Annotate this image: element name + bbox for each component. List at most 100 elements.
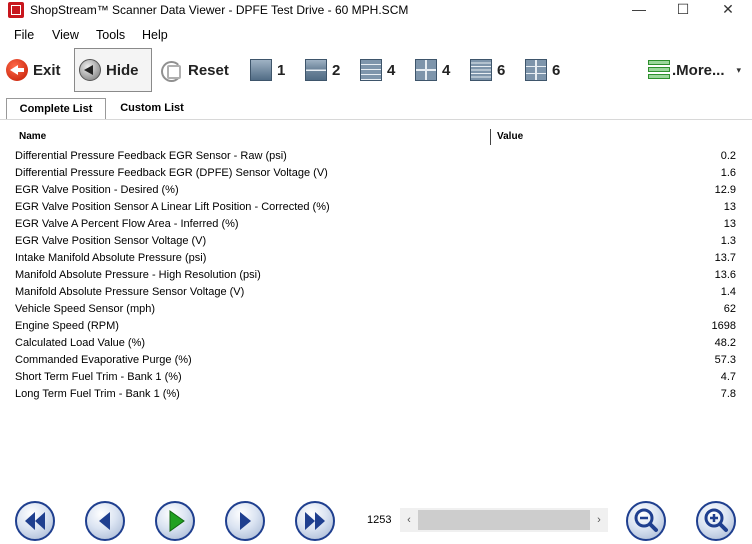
exit-icon [6,59,28,81]
pid-name: EGR Valve Position - Desired (%) [15,184,179,196]
table-row[interactable]: EGR Valve Position Sensor A Linear Lift … [0,199,752,216]
pid-value: 13.6 [714,269,736,281]
pid-value: 0.2 [720,150,736,162]
pid-value: 12.9 [714,184,736,196]
step-forward-button[interactable] [225,501,265,541]
exit-label: Exit [33,61,61,79]
tab-custom-list[interactable]: Custom List [112,98,192,119]
skip-to-start-button[interactable] [15,501,55,541]
pid-value: 7.8 [720,388,736,400]
table-row[interactable]: Calculated Load Value (%) 48.2 [0,335,752,352]
table-row[interactable]: Short Term Fuel Trim - Bank 1 (%) 4.7 [0,369,752,386]
reset-label: Reset [188,61,229,79]
exit-button[interactable]: Exit [6,52,70,88]
pid-value: 1.4 [720,286,736,298]
chevron-down-icon[interactable]: ▾ [737,65,742,76]
column-resize-handle[interactable] [490,129,491,145]
pid-value: 62 [723,303,736,315]
tab-strip: Complete List Custom List [0,96,752,120]
layout-two-rows-icon [305,59,327,81]
layout-4-rows-button[interactable]: 4 [360,52,395,88]
right-arrow-icon [240,512,251,530]
pid-name: EGR Valve A Percent Flow Area - Inferred… [15,218,239,230]
layout-6-grid-button[interactable]: 6 [525,52,560,88]
zoom-out-icon [634,508,658,532]
timeline-scrollbar[interactable]: ‹ › [400,508,608,532]
play-icon [169,510,185,532]
table-row[interactable]: Manifold Absolute Pressure Sensor Voltag… [0,284,752,301]
left-arrow-icon [99,512,110,530]
menu-bar: File View Tools Help [0,26,752,46]
column-header-name[interactable]: Name [19,131,46,142]
play-button[interactable] [155,501,195,541]
double-right-arrow-icon [305,512,325,530]
reset-button[interactable]: Reset [160,52,236,88]
double-left-arrow-icon [25,512,45,530]
layout-6-rows-button[interactable]: 6 [470,52,505,88]
close-button[interactable]: ✕ [705,0,751,20]
table-row[interactable]: Differential Pressure Feedback EGR Senso… [0,148,752,165]
scroll-thumb[interactable] [418,510,590,530]
layout-6-grid-label: 6 [552,61,561,79]
more-button[interactable]: .More... ▾ [648,52,748,88]
menu-view[interactable]: View [52,28,79,42]
more-label: .More... [672,61,725,79]
column-header-value[interactable]: Value [497,131,523,142]
hide-button[interactable]: Hide [74,48,152,92]
pid-value: 1698 [711,320,736,332]
tab-complete-list[interactable]: Complete List [6,98,106,119]
step-back-button[interactable] [85,501,125,541]
layout-2-label: 2 [332,61,341,79]
pid-name: Manifold Absolute Pressure Sensor Voltag… [15,286,245,298]
zoom-out-button[interactable] [626,501,666,541]
table-row[interactable]: Commanded Evaporative Purge (%) 57.3 [0,352,752,369]
layout-1-button[interactable]: 1 [250,52,285,88]
pid-name: Differential Pressure Feedback EGR (DPFE… [15,167,328,179]
pid-name: Commanded Evaporative Purge (%) [15,354,192,366]
pid-value: 57.3 [714,354,736,366]
zoom-in-icon [704,508,728,532]
layout-1-label: 1 [277,61,286,79]
window-title: ShopStream™ Scanner Data Viewer - DPFE T… [30,3,409,17]
layout-four-grid-icon [415,59,437,81]
pid-value: 1.6 [720,167,736,179]
reset-icon [160,59,184,82]
tab-divider [0,119,752,120]
minimize-button[interactable]: — [616,0,662,20]
table-row[interactable]: Manifold Absolute Pressure - High Resolu… [0,267,752,284]
pid-value: 13 [723,218,736,230]
layout-four-rows-icon [360,59,382,81]
pid-name: Long Term Fuel Trim - Bank 1 (%) [15,388,180,400]
pid-name: Manifold Absolute Pressure - High Resolu… [15,269,261,281]
layout-2-button[interactable]: 2 [305,52,340,88]
menu-tools[interactable]: Tools [96,28,125,42]
menu-file[interactable]: File [14,28,34,42]
pid-name: EGR Valve Position Sensor A Linear Lift … [15,201,330,213]
table-row[interactable]: EGR Valve Position Sensor Voltage (V) 1.3 [0,233,752,250]
layout-4-grid-button[interactable]: 4 [415,52,450,88]
pid-name: Differential Pressure Feedback EGR Senso… [15,150,287,162]
table-row[interactable]: Intake Manifold Absolute Pressure (psi) 1… [0,250,752,267]
zoom-in-button[interactable] [696,501,736,541]
pid-list: Differential Pressure Feedback EGR Senso… [0,148,752,403]
pid-name: Vehicle Speed Sensor (mph) [15,303,156,315]
table-row[interactable]: Differential Pressure Feedback EGR (DPFE… [0,165,752,182]
skip-to-end-button[interactable] [295,501,335,541]
layout-single-icon [250,59,272,81]
maximize-button[interactable]: ☐ [660,0,706,20]
table-row[interactable]: Long Term Fuel Trim - Bank 1 (%) 7.8 [0,386,752,403]
grid-header: Name Value [0,128,752,146]
layout-6-rows-label: 6 [497,61,506,79]
menu-help[interactable]: Help [142,28,168,42]
list-settings-icon [648,59,670,81]
pid-name: Engine Speed (RPM) [15,320,119,332]
pid-value: 13 [723,201,736,213]
table-row[interactable]: EGR Valve A Percent Flow Area - Inferred… [0,216,752,233]
scroll-left-icon[interactable]: ‹ [402,512,416,528]
table-row[interactable]: Vehicle Speed Sensor (mph) 62 [0,301,752,318]
scroll-right-icon[interactable]: › [592,512,606,528]
table-row[interactable]: Engine Speed (RPM) 1698 [0,318,752,335]
pid-name: Short Term Fuel Trim - Bank 1 (%) [15,371,182,383]
hide-icon [79,59,101,81]
table-row[interactable]: EGR Valve Position - Desired (%) 12.9 [0,182,752,199]
